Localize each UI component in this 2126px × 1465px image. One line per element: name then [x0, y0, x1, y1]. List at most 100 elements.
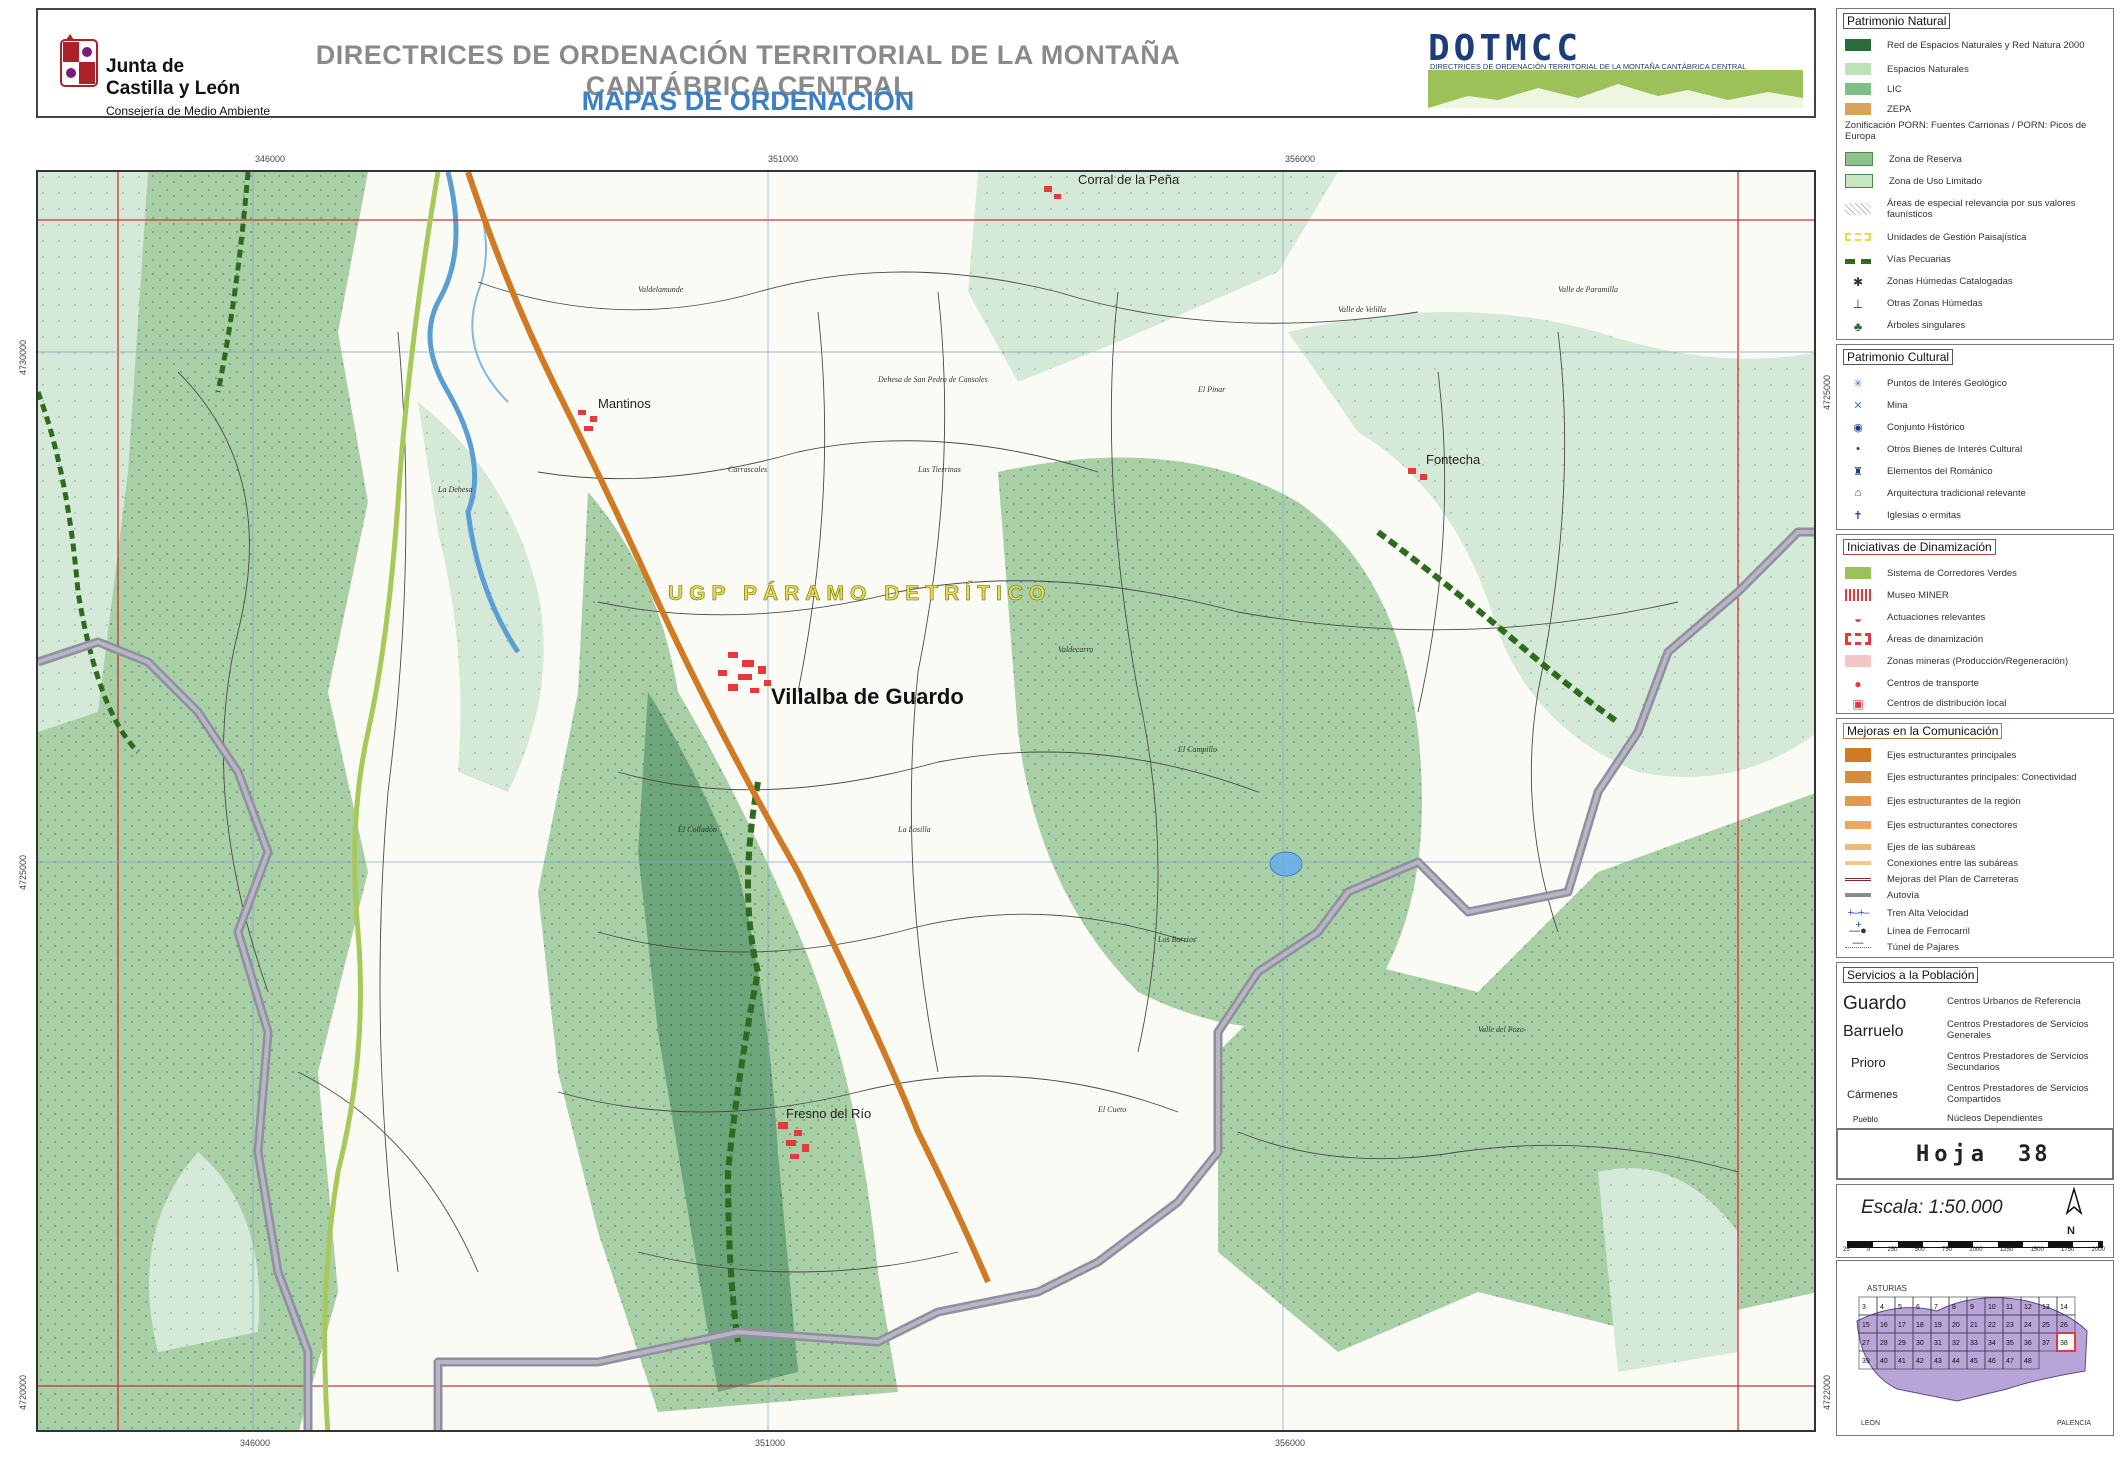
transport-icon: ● [1854, 677, 1862, 691]
place-corral-de-la-pena: Corral de la Peña [1078, 172, 1180, 187]
network-icon [1845, 39, 1871, 51]
svg-text:La Dehesa: La Dehesa [437, 485, 472, 494]
coord-left-1: 4730000 [18, 339, 28, 375]
legend-dinamizacion-item: Zonas mineras (Producción/Regeneración) [1845, 651, 2068, 671]
legend-dinamizacion-item: ◒ Actuaciones relevantes [1845, 607, 1985, 627]
legend-natural-item: Áreas de especial relevancia por sus val… [1845, 195, 2107, 223]
scale-tick-label: 500 [1914, 1247, 1925, 1253]
action-icon: ◒ [1854, 611, 1862, 626]
legend-natural-item: ✱ Zonas Húmedas Catalogadas [1845, 271, 2013, 291]
legend-comunicacion-item: Túnel de Pajares [1845, 937, 1959, 957]
legend-dinamizacion-item: Museo MINER [1845, 585, 1949, 605]
index-sheet-label: 30 [1916, 1340, 1924, 1347]
index-sheet-label: 15 [1862, 1322, 1870, 1329]
place-villalba-de-guardo: Villalba de Guardo [771, 684, 964, 709]
legend-cultural-item: ◉ Conjunto Histórico [1845, 417, 1964, 437]
index-sheet-label: 16 [1880, 1322, 1888, 1329]
svg-text:El Cueto: El Cueto [1097, 1105, 1126, 1114]
index-sheet-label: 6 [1916, 1304, 1920, 1311]
coord-left-3: 4720000 [18, 1374, 28, 1410]
index-sheet-label: 40 [1880, 1358, 1888, 1365]
legend-dinamizacion-item: ▣ Centros de distribución local [1845, 693, 2006, 713]
svg-text:Valdecarro: Valdecarro [1058, 645, 1093, 654]
coord-left-2: 4725000 [18, 854, 28, 890]
scale-tick-label: 750 [1942, 1247, 1953, 1253]
legend-cultural-item: • Otros Bienes de Interés Cultural [1845, 439, 2022, 459]
map-header: Junta de Castilla y León Consejería de M… [36, 8, 1816, 118]
ugp-label: UGP PÁRAMO DETRÍTICO [668, 582, 1051, 605]
legend-panel: Patrimonio Natural Red de Espacios Natur… [1836, 8, 2114, 1438]
index-sheet-label: 44 [1952, 1358, 1960, 1365]
coord-top-2: 351000 [768, 154, 799, 164]
svg-text:Carrascales: Carrascales [728, 465, 767, 474]
legend-natural: Patrimonio Natural Red de Espacios Natur… [1836, 8, 2114, 340]
index-sheet-label: 36 [2024, 1340, 2032, 1347]
index-map[interactable]: 3 4 5 6 7 8 9 10 11 12 13 14 15 16 17 18 19 20 21 22 23 24 25 2… [1836, 1260, 2114, 1436]
legend-cultural-item: ✝ Iglesias o ermitas [1845, 505, 1961, 525]
coord-bottom-1: 346000 [240, 1438, 271, 1448]
legend-cultural-item: ✳ Puntos de Interés Geológico [1845, 373, 2007, 393]
legend-dinamizacion-title: Iniciativas de Dinamización [1843, 539, 1996, 555]
index-sheet-label: 13 [2042, 1304, 2050, 1311]
svg-text:Las Tierrinas: Las Tierrinas [917, 465, 961, 474]
index-label-right: PALENCIA [2057, 1420, 2091, 1427]
railway-icon: —●— [1849, 925, 1867, 949]
svg-text:Valle de Velilla: Valle de Velilla [1338, 305, 1386, 314]
legend-servicios: Servicios a la Población Guardo Centros … [1836, 962, 2114, 1134]
geology-icon: ✳ [1853, 378, 1863, 390]
legend-natural-item: LIC [1845, 79, 1902, 99]
index-sheet-label: 45 [1970, 1358, 1978, 1365]
legend-dinamizacion-item: Sistema de Corredores Verdes [1845, 563, 2017, 583]
place-mantinos: Mantinos [598, 396, 651, 411]
architecture-icon: ⌂ [1854, 487, 1862, 499]
index-sheet-label: 17 [1898, 1322, 1906, 1329]
legend-comunicacion-item: Ejes estructurantes conectores [1845, 815, 2017, 835]
tree-icon: ♣ [1853, 319, 1863, 334]
legend-cultural-item: ♜ Elementos del Románico [1845, 461, 1993, 481]
bic-icon: • [1856, 443, 1860, 455]
coat-of-arms-icon [60, 34, 98, 87]
sheet-number: 38 [2018, 1142, 2051, 1167]
legend-natural-item: ⊥ Otras Zonas Húmedas [1845, 293, 1983, 313]
legend-natural-item: Vías Pecuarias [1845, 249, 1951, 269]
legend-cultural: Patrimonio Cultural ✳ Puntos de Interés G… [1836, 344, 2114, 530]
scale-tick-label: 25 [1843, 1247, 1850, 1253]
map-canvas[interactable]: Villalba de Guardo Mantinos Fresno del R… [38, 172, 1816, 1432]
legend-comunicacion-item: Ejes estructurantes principales: Conecti… [1845, 767, 2077, 787]
svg-text:Los Barrios: Los Barrios [1157, 935, 1196, 944]
org-department: Consejería de Medio Ambiente [106, 104, 271, 118]
brand-band [1428, 70, 1803, 108]
place-fontecha: Fontecha [1426, 452, 1481, 467]
index-sheet-label: 11 [2006, 1304, 2013, 1311]
svg-text:Valdelamunde: Valdelamunde [638, 285, 684, 294]
dotmcc-logo: DOTMCC DIRECTRICES DE ORDENACIÓN TERRITO… [1428, 28, 1803, 108]
index-map-canvas[interactable]: 3 4 5 6 7 8 9 10 11 12 13 1415 16 17 18 19 20 21 22 23 24 25 2… [1837, 1261, 2111, 1433]
legend-dinamizacion-item: ● Centros de transporte [1845, 673, 1979, 693]
index-sheet-label: 38 [2060, 1340, 2068, 1347]
coord-top-1: 346000 [255, 154, 286, 164]
scale-tick-label: 1000 [1969, 1247, 1983, 1253]
index-sheet-label: 34 [1988, 1340, 1996, 1347]
service-row: Barruelo Centros Prestadores de Servicio… [1843, 1019, 2089, 1041]
wetland-lake [1269, 851, 1303, 877]
junta-logo: Junta de Castilla y León Consejería de M… [60, 32, 290, 118]
index-label-bottom: LEÓN [1861, 1418, 1880, 1427]
scale-tick-label: 1500 [2030, 1247, 2044, 1253]
ordination-map[interactable]: Villalba de Guardo Mantinos Fresno del R… [36, 170, 1816, 1432]
church-icon: ✝ [1853, 510, 1863, 522]
legend-comunicacion-item: Ejes estructurantes principales [1845, 745, 2016, 765]
index-sheet-label: 27 [1862, 1340, 1870, 1347]
svg-text:El Pinar: El Pinar [1197, 385, 1226, 394]
document-subtitle: MAPAS DE ORDENACIÓN [581, 86, 915, 116]
mountain-silhouette-icon [1428, 84, 1803, 108]
index-sheet-label: 35 [2006, 1340, 2014, 1347]
svg-text:Valle del Pozo: Valle del Pozo [1478, 1025, 1524, 1034]
legend-natural-item: Zona de Reserva [1845, 149, 1962, 169]
legend-cultural-item: ✕ Mina [1845, 395, 1907, 415]
index-sheet-label: 14 [2060, 1304, 2068, 1311]
legend-comunicacion-item: Ejes estructurantes de la región [1845, 791, 2021, 811]
org-name-line1: Junta de [106, 56, 185, 77]
legend-comunicacion-item: +‒+‒+ Tren Alta Velocidad [1845, 903, 1968, 931]
legend-natural-item: Unidades de Gestión Paisajística [1845, 227, 2026, 247]
index-sheet-label: 20 [1952, 1322, 1960, 1329]
